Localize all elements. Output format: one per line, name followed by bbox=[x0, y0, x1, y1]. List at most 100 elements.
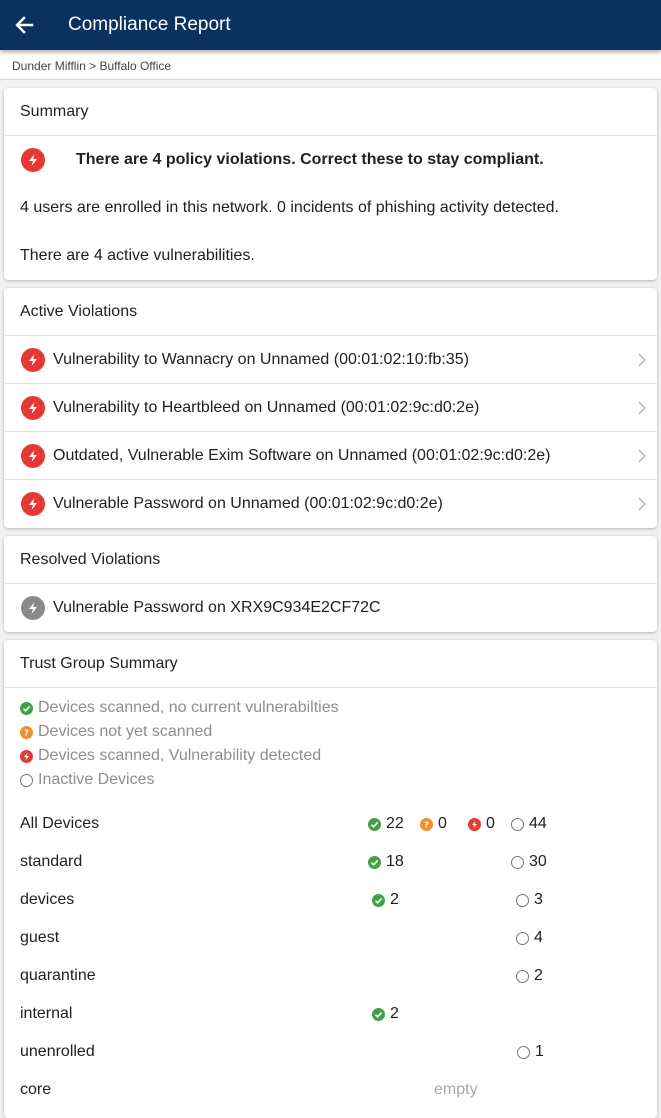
back-button[interactable] bbox=[0, 0, 48, 50]
group-row[interactable]: internal 2 bbox=[4, 995, 657, 1033]
stat-inactive-count: 3 bbox=[534, 891, 543, 908]
app-bar: Compliance Report bbox=[0, 0, 661, 50]
active-violations-card: Active Violations Vulnerability to Wanna… bbox=[4, 288, 657, 528]
stat-ok-count: 2 bbox=[390, 891, 399, 908]
trust-group-title: Trust Group Summary bbox=[4, 640, 657, 688]
stat-pending-count: 0 bbox=[438, 815, 447, 832]
violation-label: Vulnerable Password on Unnamed (00:01:02… bbox=[53, 495, 443, 512]
resolved-violations-card: Resolved Violations Vulnerable Password … bbox=[4, 536, 657, 632]
group-name: All Devices bbox=[20, 815, 100, 832]
summary-alert: There are 4 policy violations. Correct t… bbox=[4, 136, 657, 184]
stat-inactive-count: 30 bbox=[529, 853, 547, 870]
check-circle-icon bbox=[368, 855, 381, 869]
lightning-alert-icon bbox=[20, 749, 33, 763]
lightning-alert-icon bbox=[21, 148, 45, 172]
question-circle-icon: ? bbox=[20, 725, 33, 739]
empty-circle-icon bbox=[511, 817, 524, 831]
legend-label: Devices not yet scanned bbox=[38, 723, 213, 740]
summary-enrolled-text: 4 users are enrolled in this network. 0 … bbox=[20, 199, 559, 216]
summary-title: Summary bbox=[4, 88, 657, 136]
empty-circle-icon bbox=[516, 931, 529, 945]
stat-inactive-count: 4 bbox=[534, 929, 543, 946]
group-row[interactable]: guest 4 bbox=[4, 919, 657, 957]
group-name: quarantine bbox=[20, 967, 96, 984]
group-name: core bbox=[20, 1081, 52, 1098]
legend-item-pending: ? Devices not yet scanned bbox=[20, 720, 657, 744]
stat-vuln-count: 0 bbox=[486, 815, 495, 832]
violation-row[interactable]: Vulnerability to Heartbleed on Unnamed (… bbox=[4, 384, 657, 432]
group-row[interactable]: devices 2 3 bbox=[4, 881, 657, 919]
stat-inactive-count: 1 bbox=[535, 1043, 544, 1060]
legend-label: Inactive Devices bbox=[38, 771, 155, 788]
stat-inactive: 4 bbox=[516, 929, 543, 947]
active-violations-title: Active Violations bbox=[4, 288, 657, 336]
stat-ok-count: 18 bbox=[386, 853, 404, 870]
stat-inactive: 30 bbox=[511, 853, 547, 871]
legend-item-inactive: Inactive Devices bbox=[20, 768, 657, 792]
legend-item-ok: Devices scanned, no current vulnerabilti… bbox=[20, 696, 657, 720]
chevron-right-icon bbox=[627, 497, 657, 511]
lightning-alert-icon bbox=[21, 347, 45, 372]
empty-circle-icon bbox=[20, 773, 33, 787]
legend-label: Devices scanned, no current vulnerabilti… bbox=[38, 699, 339, 716]
breadcrumb[interactable]: Dunder Mifflin > Buffalo Office bbox=[0, 50, 661, 80]
empty-label: empty bbox=[434, 1081, 478, 1098]
group-row[interactable]: All Devices 22 ? 0 0 44 bbox=[4, 805, 657, 843]
stat-ok: 2 bbox=[372, 891, 399, 909]
chevron-right-icon bbox=[627, 448, 657, 463]
stat-inactive: 3 bbox=[516, 891, 543, 909]
trust-group-card: Trust Group Summary Devices scanned, no … bbox=[4, 640, 657, 1118]
stat-inactive: 44 bbox=[511, 815, 547, 833]
violation-label: Vulnerability to Wannacry on Unnamed (00… bbox=[53, 350, 469, 368]
empty-circle-icon bbox=[516, 893, 529, 907]
legend-item-vuln: Devices scanned, Vulnerability detected bbox=[20, 744, 657, 768]
resolved-violation-label: Vulnerable Password on XRX9C934E2CF72C bbox=[53, 599, 381, 616]
check-circle-icon bbox=[372, 1007, 385, 1021]
active-violations-list: Vulnerability to Wannacry on Unnamed (00… bbox=[4, 336, 657, 528]
lightning-resolved-icon bbox=[21, 596, 45, 620]
stat-ok-count: 2 bbox=[390, 1005, 399, 1022]
stat-inactive-count: 44 bbox=[529, 815, 547, 832]
group-row[interactable]: quarantine 2 bbox=[4, 957, 657, 995]
resolved-violation-row[interactable]: Vulnerable Password on XRX9C934E2CF72C bbox=[4, 584, 657, 632]
violation-row[interactable]: Vulnerable Password on Unnamed (00:01:02… bbox=[4, 480, 657, 528]
check-circle-icon bbox=[368, 817, 381, 831]
stat-ok: 22 bbox=[368, 815, 404, 833]
resolved-violations-title: Resolved Violations bbox=[4, 536, 657, 584]
summary-alert-text: There are 4 policy violations. Correct t… bbox=[76, 151, 544, 168]
stat-inactive-count: 2 bbox=[534, 967, 543, 984]
group-name: guest bbox=[20, 929, 60, 946]
group-row[interactable]: standard 18 30 bbox=[4, 843, 657, 881]
empty-circle-icon bbox=[511, 855, 524, 869]
page-title: Compliance Report bbox=[68, 14, 231, 35]
stat-inactive: 1 bbox=[517, 1043, 544, 1061]
group-name: devices bbox=[20, 891, 75, 908]
lightning-alert-icon bbox=[21, 492, 45, 516]
stat-inactive: 2 bbox=[516, 967, 543, 985]
stat-ok: 18 bbox=[368, 853, 404, 871]
stat-ok: 2 bbox=[372, 1005, 399, 1023]
violation-row[interactable]: Outdated, Vulnerable Exim Software on Un… bbox=[4, 432, 657, 480]
violation-row[interactable]: Vulnerability to Wannacry on Unnamed (00… bbox=[4, 336, 657, 384]
group-name: standard bbox=[20, 853, 83, 870]
lightning-alert-icon bbox=[21, 443, 45, 468]
summary-vulnerabilities-text: There are 4 active vulnerabilities. bbox=[20, 247, 255, 264]
trust-groups: All Devices 22 ? 0 0 44 standard 18 30 d… bbox=[4, 805, 657, 1109]
check-circle-icon bbox=[20, 701, 33, 715]
lightning-alert-icon bbox=[468, 817, 481, 831]
svg-text:?: ? bbox=[24, 728, 29, 736]
trust-legend: Devices scanned, no current vulnerabilti… bbox=[4, 688, 657, 792]
stat-vuln: 0 bbox=[468, 815, 495, 833]
group-row[interactable]: core empty bbox=[4, 1071, 657, 1109]
stat-ok-count: 22 bbox=[386, 815, 404, 832]
stat-pending: ? 0 bbox=[420, 815, 447, 833]
lightning-alert-icon bbox=[21, 395, 45, 420]
group-row[interactable]: unenrolled 1 bbox=[4, 1033, 657, 1071]
question-circle-icon: ? bbox=[420, 817, 433, 831]
check-circle-icon bbox=[372, 893, 385, 907]
legend-label: Devices scanned, Vulnerability detected bbox=[38, 747, 322, 764]
violation-label: Vulnerability to Heartbleed on Unnamed (… bbox=[53, 398, 480, 416]
group-name: internal bbox=[20, 1005, 73, 1022]
violation-label: Outdated, Vulnerable Exim Software on Un… bbox=[53, 446, 551, 464]
empty-circle-icon bbox=[516, 969, 529, 983]
